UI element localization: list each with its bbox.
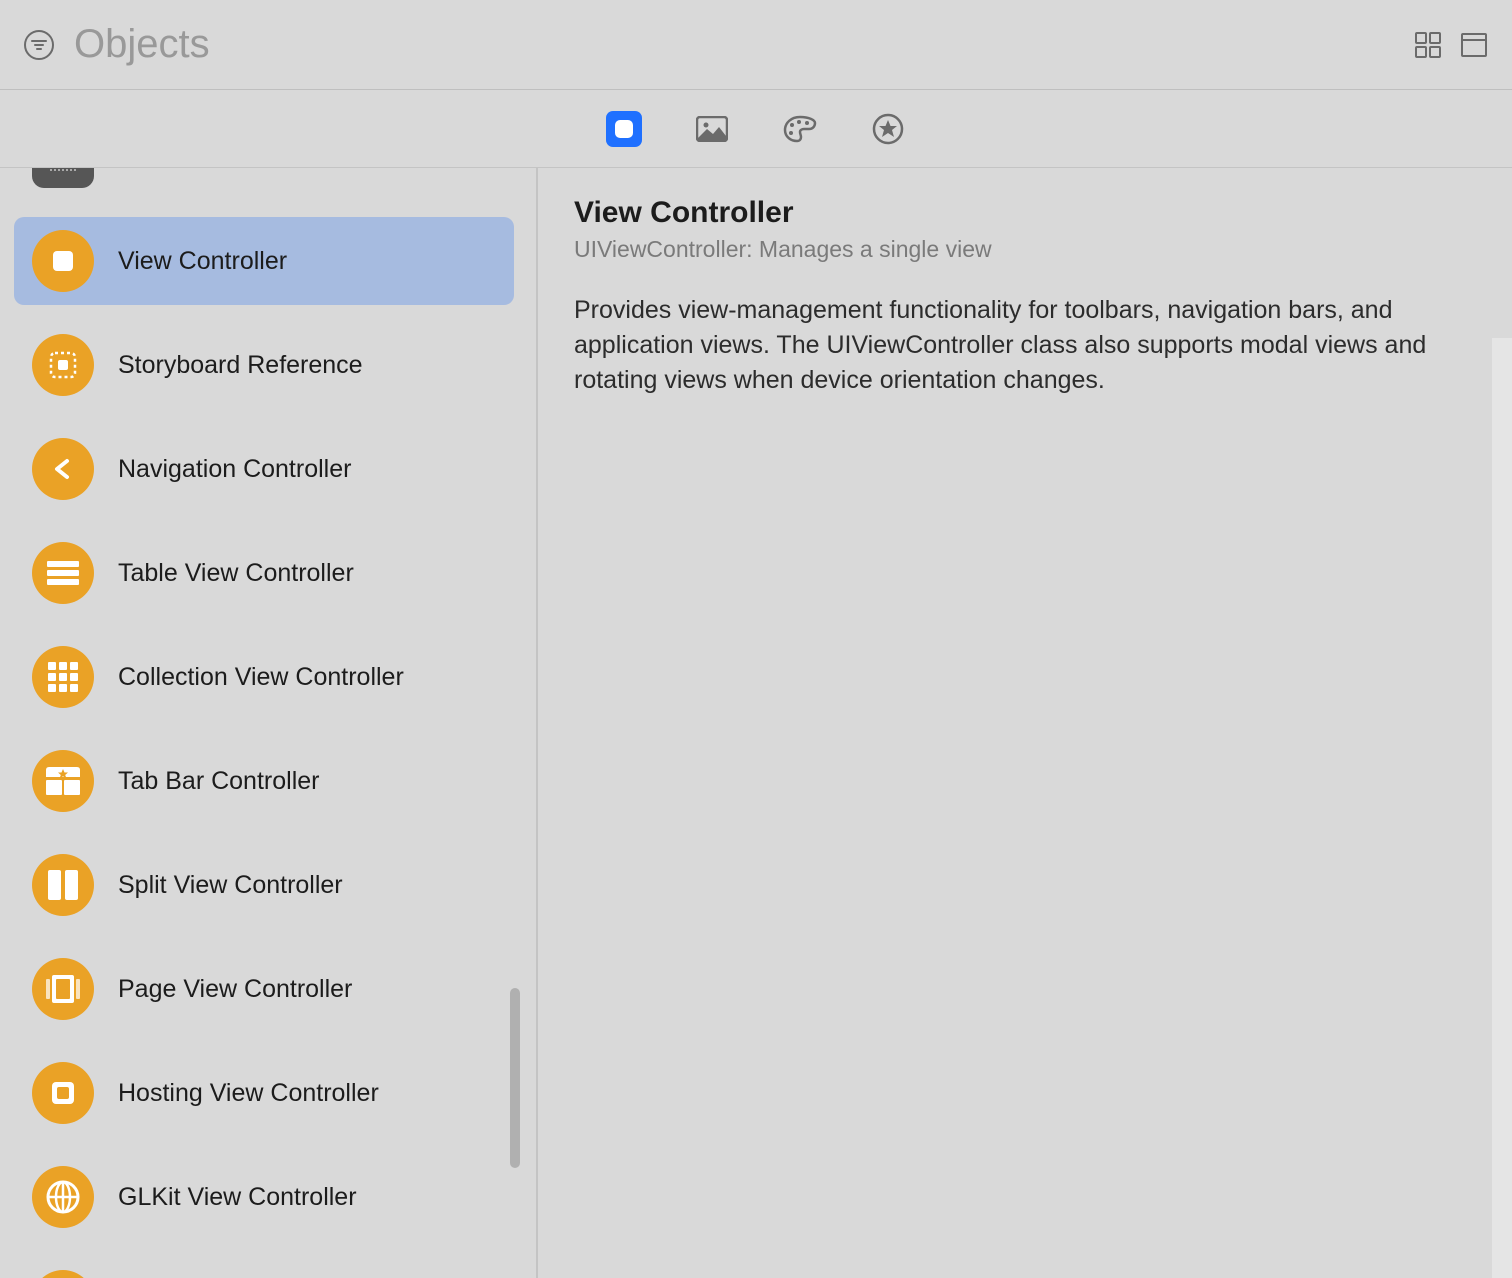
library-toolbar bbox=[0, 90, 1512, 168]
objects-library-tab[interactable] bbox=[606, 111, 642, 147]
scrollbar-thumb[interactable] bbox=[510, 988, 520, 1168]
avkit-player-view-controller-icon bbox=[32, 1270, 94, 1278]
list-item-label: Hosting View Controller bbox=[118, 1079, 379, 1108]
list-item-label: Table View Controller bbox=[118, 559, 354, 588]
container-view-icon bbox=[32, 168, 94, 188]
list-item[interactable]: Hosting View Controller bbox=[14, 1049, 514, 1137]
list-item-label: Split View Controller bbox=[118, 871, 343, 900]
tab-bar-controller-icon bbox=[32, 750, 94, 812]
list-item[interactable]: GLKit View Controller bbox=[14, 1153, 514, 1241]
list-item-label: Container View bbox=[118, 168, 287, 172]
header-right bbox=[1414, 31, 1488, 59]
detail-panel: View Controller UIViewController: Manage… bbox=[544, 168, 1512, 1278]
view-controller-icon bbox=[32, 230, 94, 292]
list-item[interactable]: Page View Controller bbox=[14, 945, 514, 1033]
list-item-label: Page View Controller bbox=[118, 975, 352, 1004]
sidebar-scrollbar[interactable] bbox=[510, 168, 522, 1278]
list-item[interactable]: Container View bbox=[14, 168, 514, 201]
panel-toggle-icon[interactable] bbox=[1460, 31, 1488, 59]
snippets-library-tab[interactable] bbox=[870, 111, 906, 147]
list-item[interactable]: Tab Bar Controller bbox=[14, 737, 514, 825]
storyboard-reference-icon bbox=[32, 334, 94, 396]
list-item[interactable]: Storyboard Reference bbox=[14, 321, 514, 409]
list-item-label: GLKit View Controller bbox=[118, 1183, 357, 1212]
color-library-tab[interactable] bbox=[782, 111, 818, 147]
page-view-controller-icon bbox=[32, 958, 94, 1020]
detail-subtitle: UIViewController: Manages a single view bbox=[574, 236, 1472, 263]
header-left: Objects bbox=[24, 22, 1414, 67]
list-item-label: View Controller bbox=[118, 247, 287, 276]
list-item[interactable]: AVKit Player View Controller bbox=[14, 1257, 514, 1278]
table-view-controller-icon bbox=[32, 542, 94, 604]
list-item-label: Collection View Controller bbox=[118, 663, 404, 692]
navigation-controller-icon bbox=[32, 438, 94, 500]
glkit-view-controller-icon bbox=[32, 1166, 94, 1228]
collection-view-controller-icon bbox=[32, 646, 94, 708]
list-item-label: Navigation Controller bbox=[118, 455, 351, 484]
list-item[interactable]: Collection View Controller bbox=[14, 633, 514, 721]
list-item[interactable]: Split View Controller bbox=[14, 841, 514, 929]
detail-title: View Controller bbox=[574, 196, 1472, 230]
hosting-view-controller-icon bbox=[32, 1062, 94, 1124]
split-view-controller-icon bbox=[32, 854, 94, 916]
media-library-tab[interactable] bbox=[694, 111, 730, 147]
objects-list[interactable]: Container View View Controller Storyboar… bbox=[0, 168, 528, 1278]
list-item[interactable]: View Controller bbox=[14, 217, 514, 305]
detail-description: Provides view-management functionality f… bbox=[574, 293, 1472, 398]
right-scrollbar[interactable] bbox=[1492, 338, 1512, 1278]
header: Objects bbox=[0, 0, 1512, 90]
list-item[interactable]: Table View Controller bbox=[14, 529, 514, 617]
main-content: Container View View Controller Storyboar… bbox=[0, 168, 1512, 1278]
list-item[interactable]: Navigation Controller bbox=[14, 425, 514, 513]
grid-view-icon[interactable] bbox=[1414, 31, 1442, 59]
list-item-label: Tab Bar Controller bbox=[118, 767, 319, 796]
list-item-label: Storyboard Reference bbox=[118, 351, 363, 380]
divider bbox=[536, 168, 538, 1278]
search-field[interactable]: Objects bbox=[74, 22, 210, 67]
filter-icon[interactable] bbox=[24, 30, 54, 60]
